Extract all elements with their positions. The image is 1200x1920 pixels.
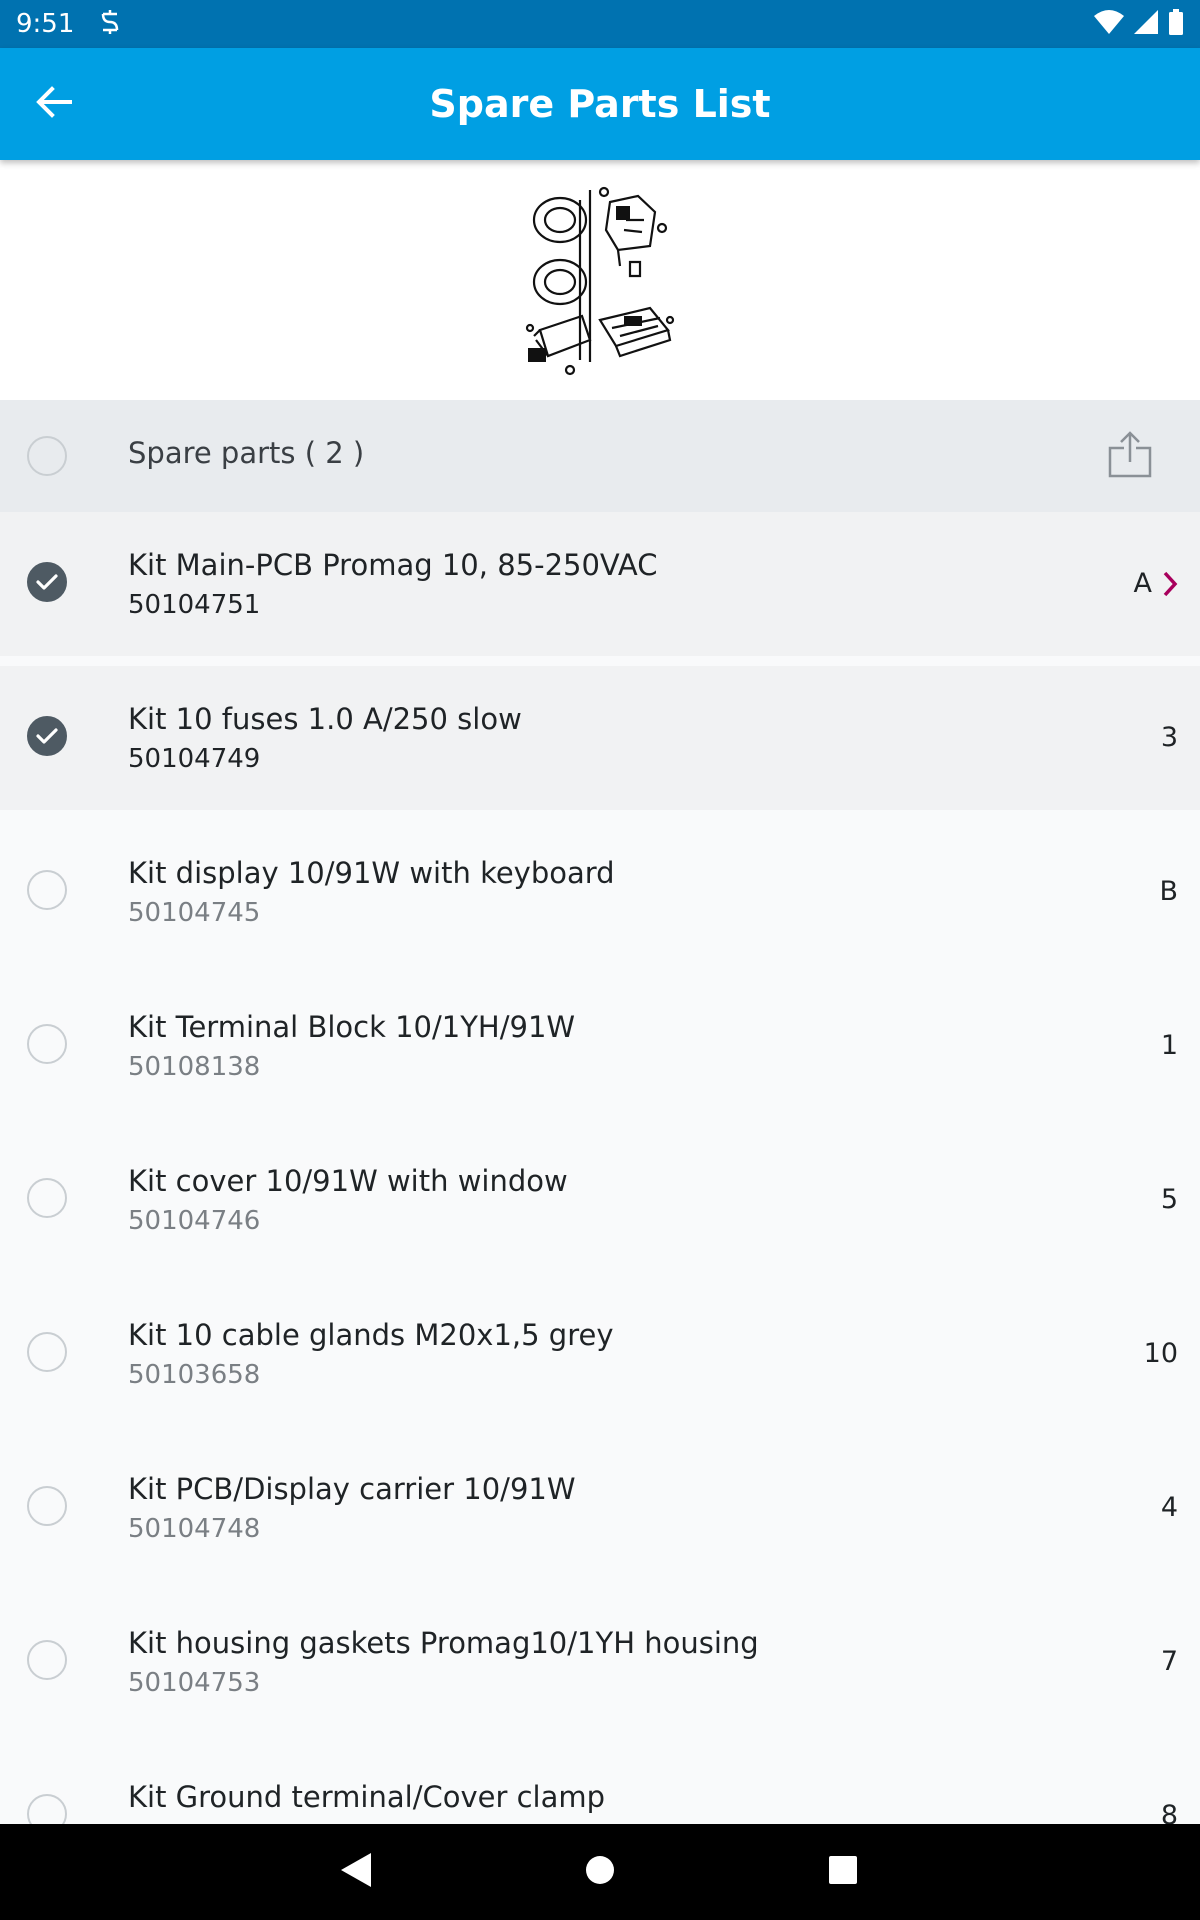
exploded-view-illustration (0, 160, 1200, 400)
battery-icon (1168, 9, 1184, 39)
part-name: Kit display 10/91W with keyboard (128, 856, 615, 890)
sync-icon (100, 9, 120, 39)
part-row[interactable]: Kit cover 10/91W with window 50104746 5 (0, 1128, 1200, 1282)
wifi-icon (1094, 10, 1124, 38)
part-position: 4 (1161, 1492, 1178, 1523)
part-row[interactable]: Kit Main-PCB Promag 10, 85-250VAC 5010475… (0, 512, 1200, 666)
part-number: 50104745 (128, 898, 261, 928)
part-row[interactable]: Kit 10 cable glands M20x1,5 grey 50103658… (0, 1282, 1200, 1436)
part-number: 50104748 (128, 1514, 261, 1544)
part-position-label: B (1159, 876, 1178, 907)
exploded-view-drawing (525, 186, 675, 376)
part-name: Kit 10 fuses 1.0 A/250 slow (128, 702, 522, 736)
part-checkbox[interactable] (27, 1024, 67, 1064)
part-position-label: 1 (1160, 1030, 1178, 1061)
status-bar: 9:51 (0, 0, 1200, 48)
home-circle-icon (585, 1855, 615, 1889)
part-name: Kit cover 10/91W with window (128, 1164, 568, 1198)
part-position-label: A (1133, 568, 1152, 599)
part-position: 7 (1161, 1646, 1178, 1677)
share-icon (1104, 431, 1156, 486)
signal-icon (1134, 10, 1158, 38)
chevron-right-icon[interactable] (1162, 571, 1178, 597)
part-name: Kit Main-PCB Promag 10, 85-250VAC (128, 548, 658, 582)
spare-parts-count-label: Spare parts ( 2 ) (128, 436, 365, 470)
part-name: Kit Ground terminal/Cover clamp (128, 1780, 606, 1814)
part-name: Kit 10 cable glands M20x1,5 grey (128, 1318, 614, 1352)
part-name: Kit housing gaskets Promag10/1YH housing (128, 1626, 759, 1660)
list-header: Spare parts ( 2 ) (0, 400, 1200, 512)
status-icons (1094, 9, 1184, 39)
part-checkbox-checked[interactable] (27, 562, 67, 602)
part-number: 50104749 (128, 744, 261, 774)
part-checkbox[interactable] (27, 1178, 67, 1218)
part-position-label: 7 (1160, 1646, 1178, 1677)
part-row[interactable]: Kit display 10/91W with keyboard 50104745… (0, 820, 1200, 974)
part-row[interactable]: Kit PCB/Display carrier 10/91W 50104748 4 (0, 1436, 1200, 1590)
part-position-label: 4 (1160, 1492, 1178, 1523)
part-position-label: 5 (1160, 1184, 1178, 1215)
check-icon (35, 726, 59, 746)
status-time: 9:51 (16, 9, 75, 39)
part-row[interactable]: Kit Terminal Block 10/1YH/91W 50108138 1 (0, 974, 1200, 1128)
part-position: 10 (1144, 1338, 1178, 1369)
page-title: Spare Parts List (429, 82, 771, 126)
part-checkbox[interactable] (27, 1332, 67, 1372)
part-row[interactable]: Kit housing gaskets Promag10/1YH housing… (0, 1590, 1200, 1744)
back-button[interactable] (24, 74, 84, 134)
part-number: 50103658 (128, 1360, 261, 1390)
part-position: 5 (1161, 1184, 1178, 1215)
part-position: B (1159, 876, 1178, 907)
nav-home-button[interactable] (570, 1842, 630, 1902)
part-number: 50108138 (128, 1052, 261, 1082)
spare-parts-list: Kit Main-PCB Promag 10, 85-250VAC 5010475… (0, 512, 1200, 1898)
nav-recents-button[interactable] (813, 1842, 873, 1902)
part-number: 50104753 (128, 1668, 261, 1698)
share-button[interactable] (1104, 430, 1156, 482)
check-icon (35, 572, 59, 592)
part-name: Kit Terminal Block 10/1YH/91W (128, 1010, 576, 1044)
part-position-label: 3 (1160, 722, 1178, 753)
part-position: 3 (1161, 722, 1178, 753)
part-checkbox[interactable] (27, 870, 67, 910)
part-checkbox[interactable] (27, 1640, 67, 1680)
part-row[interactable]: Kit 10 fuses 1.0 A/250 slow 50104749 3 (0, 666, 1200, 820)
nav-back-button[interactable] (327, 1842, 387, 1902)
part-checkbox[interactable] (27, 1486, 67, 1526)
select-all-radio[interactable] (27, 436, 67, 476)
part-position: 1 (1161, 1030, 1178, 1061)
recents-square-icon (828, 1855, 858, 1889)
app-bar: Spare Parts List (0, 48, 1200, 160)
arrow-back-icon (36, 86, 72, 122)
part-position-label: 10 (1143, 1338, 1178, 1369)
navigation-bar (0, 1824, 1200, 1920)
part-position: A (1134, 568, 1178, 599)
part-name: Kit PCB/Display carrier 10/91W (128, 1472, 576, 1506)
part-number: 50104746 (128, 1206, 261, 1236)
part-checkbox-checked[interactable] (27, 716, 67, 756)
part-number: 50104751 (128, 590, 261, 620)
back-triangle-icon (341, 1853, 373, 1891)
